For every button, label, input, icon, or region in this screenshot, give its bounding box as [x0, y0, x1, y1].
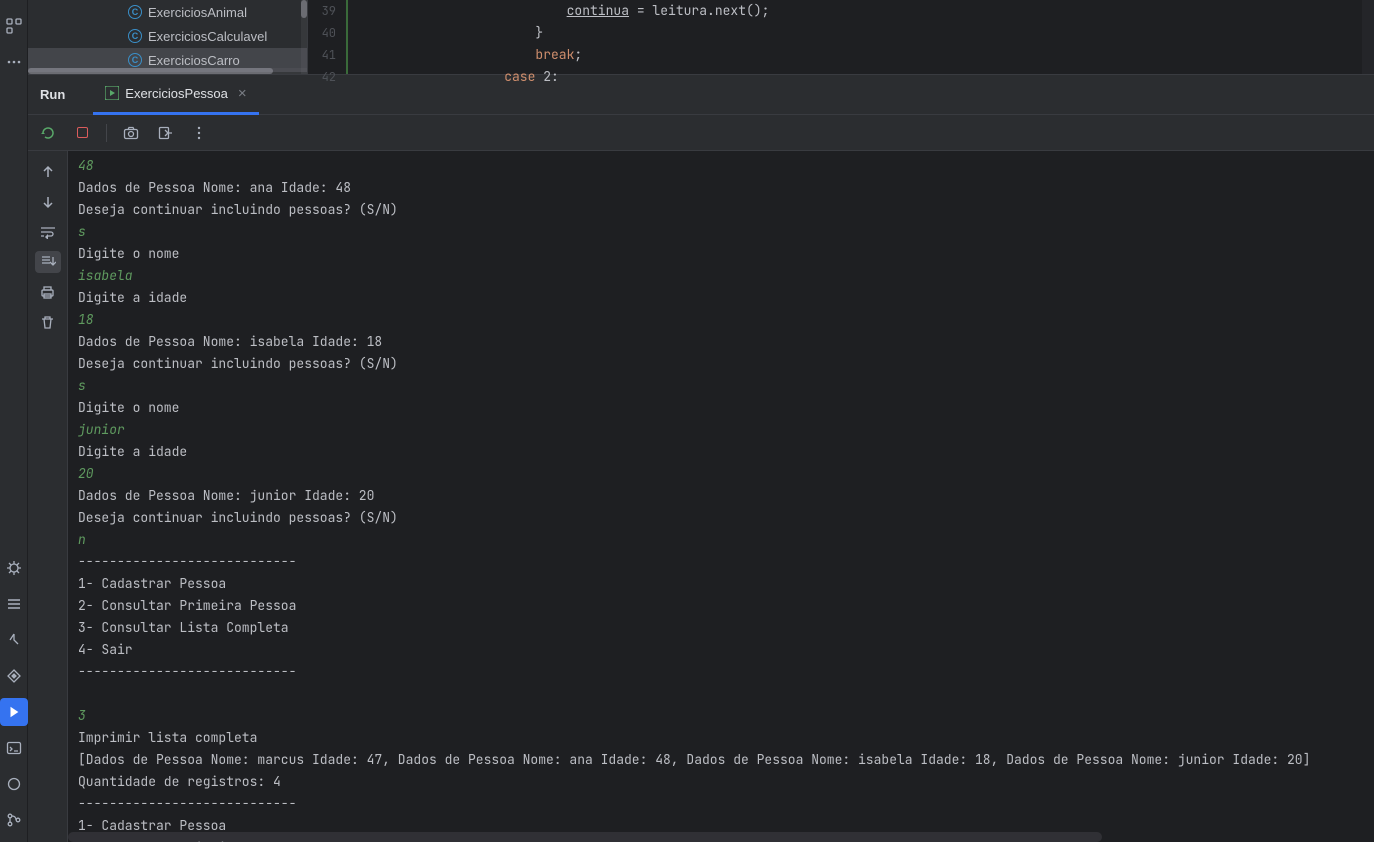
console-output-line: Quantidade de registros: 4	[78, 771, 1374, 793]
scroll-to-end-icon[interactable]	[35, 251, 61, 273]
rerun-icon[interactable]	[38, 123, 58, 143]
run-toolbar	[28, 115, 1374, 151]
console-input-line: s	[78, 221, 1374, 243]
more-tool-icon[interactable]	[0, 48, 28, 76]
project-tree[interactable]: CExerciciosAnimalCExerciciosCalculavelCE…	[28, 0, 308, 74]
console-output-line: Dados de Pessoa Nome: isabela Idade: 18	[78, 331, 1374, 353]
run-tab-name: ExerciciosPessoa	[125, 86, 228, 101]
console-output-line: Deseja continuar incluindo pessoas? (S/N…	[78, 507, 1374, 529]
notifications-icon[interactable]	[0, 770, 28, 798]
toolbar-more-icon[interactable]	[189, 123, 209, 143]
trash-icon[interactable]	[35, 311, 61, 333]
console-horizontal-scrollbar[interactable]	[68, 832, 1102, 842]
console-output-line: Digite o nome	[78, 243, 1374, 265]
console-input-line: junior	[78, 419, 1374, 441]
console-input-line: 20	[78, 463, 1374, 485]
console-input-line: 3	[78, 705, 1374, 727]
export-icon[interactable]	[155, 123, 175, 143]
console-output-line	[78, 683, 1374, 705]
console-input-line: 18	[78, 309, 1374, 331]
console-side-rail	[28, 151, 68, 842]
stop-icon[interactable]	[72, 123, 92, 143]
console-output-line: Digite a idade	[78, 441, 1374, 463]
run-tool-label: Run	[40, 87, 65, 102]
class-icon: C	[128, 53, 142, 67]
console-output-line: Deseja continuar incluindo pessoas? (S/N…	[78, 199, 1374, 221]
tree-vertical-scrollbar[interactable]	[301, 0, 307, 74]
lines-tool-icon[interactable]	[0, 590, 28, 618]
console-output-line: Digite o nome	[78, 397, 1374, 419]
console-output[interactable]: 48Dados de Pessoa Nome: ana Idade: 48Des…	[68, 151, 1374, 842]
soft-wrap-icon[interactable]	[35, 221, 61, 243]
console-output-line: ----------------------------	[78, 793, 1374, 815]
debug-icon[interactable]	[0, 554, 28, 582]
run-tool-icon[interactable]	[0, 698, 28, 726]
scroll-down-icon[interactable]	[35, 191, 61, 213]
class-icon: C	[128, 5, 142, 19]
print-icon[interactable]	[35, 281, 61, 303]
tree-item[interactable]: C ExerciciosAnimal	[28, 0, 307, 24]
console-input-line: s	[78, 375, 1374, 397]
tree-item[interactable]: C ExerciciosCalculavel	[28, 24, 307, 48]
console-output-line: Dados de Pessoa Nome: junior Idade: 20	[78, 485, 1374, 507]
tree-item-label: ExerciciosAnimal	[148, 5, 247, 20]
tree-item-label: ExerciciosCarro	[148, 53, 240, 68]
code-editor[interactable]: 39404142 continua = leitura.next(); } br…	[308, 0, 1374, 74]
console-output-line: Deseja continuar incluindo pessoas? (S/N…	[78, 353, 1374, 375]
console-output-line: ----------------------------	[78, 661, 1374, 683]
camera-icon[interactable]	[121, 123, 141, 143]
editor-gutter: 39404142	[308, 0, 348, 74]
console-input-line: n	[78, 529, 1374, 551]
left-tool-rail	[0, 0, 28, 842]
tree-item-label: ExerciciosCalculavel	[148, 29, 267, 44]
console-input-line: 48	[78, 155, 1374, 177]
services-icon[interactable]	[0, 662, 28, 690]
console-output-line: [Dados de Pessoa Nome: marcus Idade: 47,…	[78, 749, 1374, 771]
console-output-line: 1- Cadastrar Pessoa	[78, 573, 1374, 595]
console-output-line: Dados de Pessoa Nome: ana Idade: 48	[78, 177, 1374, 199]
console-output-line: Imprimir lista completa	[78, 727, 1374, 749]
console-output-line: ----------------------------	[78, 551, 1374, 573]
git-icon[interactable]	[0, 806, 28, 834]
console-output-line: 4- Sair	[78, 639, 1374, 661]
editor-code[interactable]: continua = leitura.next(); } break; case…	[348, 0, 1374, 74]
run-tab-exercicios-pessoa[interactable]: ExerciciosPessoa ×	[93, 75, 258, 115]
build-tool-icon[interactable]	[0, 626, 28, 654]
console-output-line: Digite a idade	[78, 287, 1374, 309]
tree-horizontal-scrollbar[interactable]	[28, 68, 307, 74]
class-icon: C	[128, 29, 142, 43]
run-play-icon	[105, 86, 119, 100]
console-input-line: isabela	[78, 265, 1374, 287]
terminal-icon[interactable]	[0, 734, 28, 762]
console-output-line: 2- Consultar Primeira Pessoa	[78, 595, 1374, 617]
structure-tool-icon[interactable]	[0, 12, 28, 40]
console-output-line: 3- Consultar Lista Completa	[78, 617, 1374, 639]
scroll-up-icon[interactable]	[35, 161, 61, 183]
close-tab-icon[interactable]: ×	[238, 85, 247, 102]
editor-vertical-scrollbar[interactable]	[1362, 0, 1374, 74]
